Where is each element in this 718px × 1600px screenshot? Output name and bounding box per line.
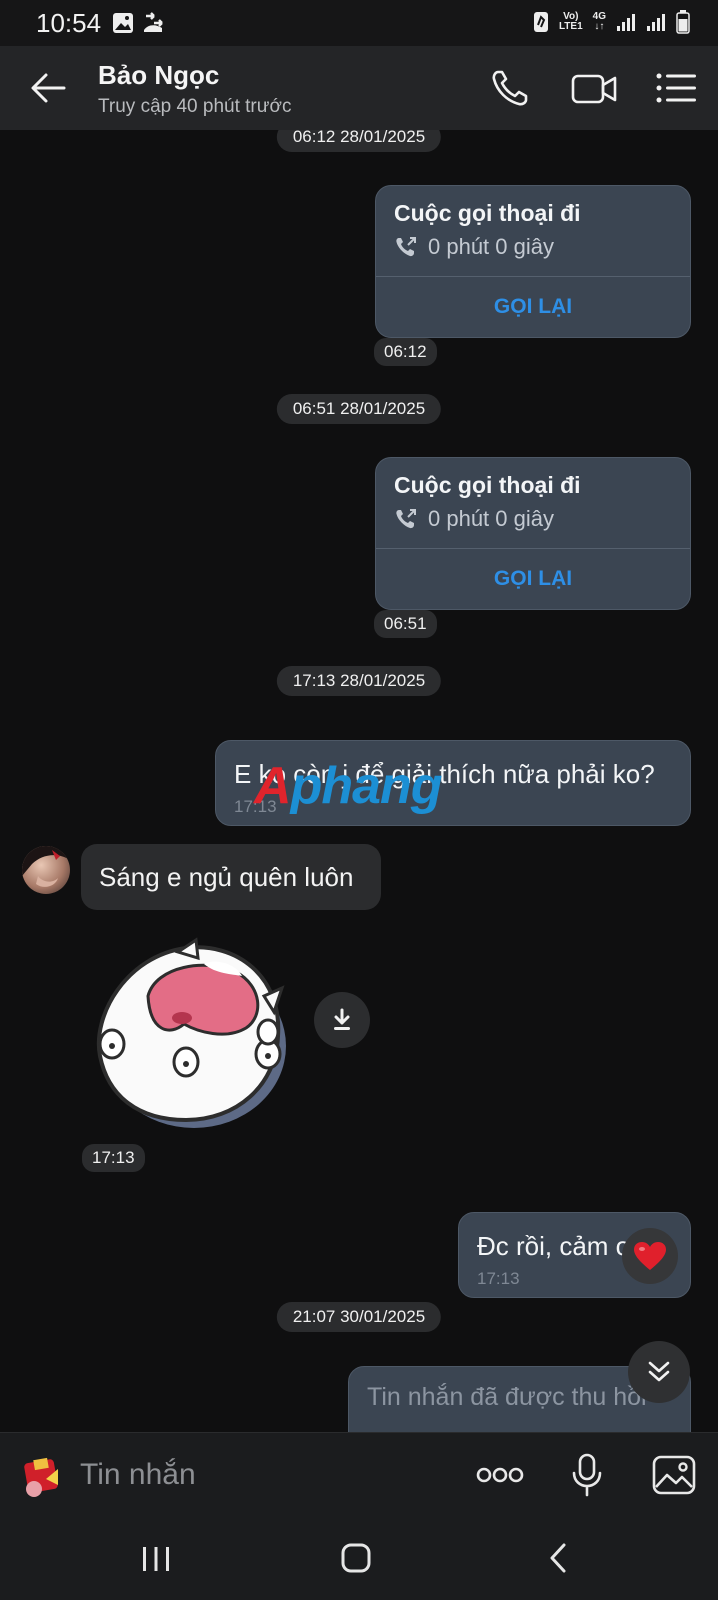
call-title: Cuộc gọi thoại đi [394,472,581,498]
status-clock: 10:54 [36,8,102,38]
message-time: 17:13 [82,1144,145,1172]
home-icon[interactable] [340,1542,372,1574]
outgoing-call-icon [396,509,416,529]
call-duration-row: 0 phút 0 giây [394,506,554,532]
back-arrow-icon[interactable] [28,68,68,108]
outgoing-call-card: Cuộc gọi thoại đi 0 phút 0 giây GỌI LẠI [375,457,691,610]
heart-icon [634,1242,666,1270]
scroll-to-bottom-button[interactable] [628,1341,690,1403]
back-nav-icon[interactable] [546,1542,570,1574]
date-stamp: 17:13 28/01/2025 [276,666,442,696]
message-time: 06:12 [374,338,437,366]
recalled-text: Tin nhắn đã được thu hồi [367,1383,647,1411]
status-indicators: Vo) LTE1 4G ↓↑ [533,10,690,34]
signal-sim1-icon [617,14,635,31]
double-chevron-down-icon [648,1361,670,1382]
cat-sticker[interactable] [86,936,292,1130]
outgoing-call-card: Cuộc gọi thoại đi 0 phút 0 giây GỌI LẠI [375,185,691,338]
contact-name[interactable]: Bảo Ngọc [98,60,219,91]
watermark-logo: Aphang [254,757,443,815]
chat-header: Bảo Ngọc Truy cập 40 phút trước [0,46,718,130]
download-sticker-button[interactable] [314,992,370,1048]
incoming-message[interactable]: Sáng e ngủ quên luôn [81,844,381,910]
message-time: 06:51 [374,610,437,638]
date-stamp: 21:07 30/01/2025 [276,1302,442,1332]
call-duration-row: 0 phút 0 giây [394,234,554,260]
chat-area[interactable]: 06:12 28/01/2025 Cuộc gọi thoại đi 0 phú… [0,130,718,1432]
sticker-icon[interactable] [24,1457,64,1497]
call-back-button[interactable]: GỌI LẠI [376,548,690,610]
message-time: 17:13 [477,1269,520,1288]
avatar-photo [22,846,70,887]
date-stamp: 06:12 28/01/2025 [276,130,442,152]
date-stamp: 06:51 28/01/2025 [276,394,442,424]
download-icon [334,1008,350,1030]
video-call-icon[interactable] [570,66,618,110]
image-gallery-icon[interactable] [652,1455,696,1495]
nfc-icon [533,12,548,32]
contact-avatar[interactable] [22,846,70,894]
contact-last-seen: Truy cập 40 phút trước [98,96,292,117]
system-nav-bar [0,1518,718,1600]
call-duration: 0 phút 0 giây [428,506,554,531]
call-title: Cuộc gọi thoại đi [394,200,581,226]
outgoing-call-icon [396,237,416,257]
message-input[interactable] [80,1453,440,1497]
recent-apps-icon[interactable] [140,1544,172,1574]
voice-call-icon[interactable] [488,66,532,110]
transfer-notification-icon [144,12,163,32]
gallery-notification-icon [113,13,133,33]
message-input-bar [0,1432,718,1518]
battery-icon [676,10,690,34]
call-duration: 0 phút 0 giây [428,234,554,259]
status-bar: 10:54 Vo) LTE1 4G ↓↑ [0,0,718,46]
microphone-icon[interactable] [570,1453,604,1497]
menu-list-icon[interactable] [654,66,698,110]
data-indicator: 4G ↓↑ [592,11,606,32]
more-options-icon[interactable] [476,1461,524,1489]
call-back-button[interactable]: GỌI LẠI [376,276,690,338]
volte-indicator: Vo) LTE1 [558,11,583,32]
heart-reaction-button[interactable] [622,1228,678,1284]
message-text: Sáng e ngủ quên luôn [99,862,354,892]
signal-sim2-icon [647,14,665,31]
